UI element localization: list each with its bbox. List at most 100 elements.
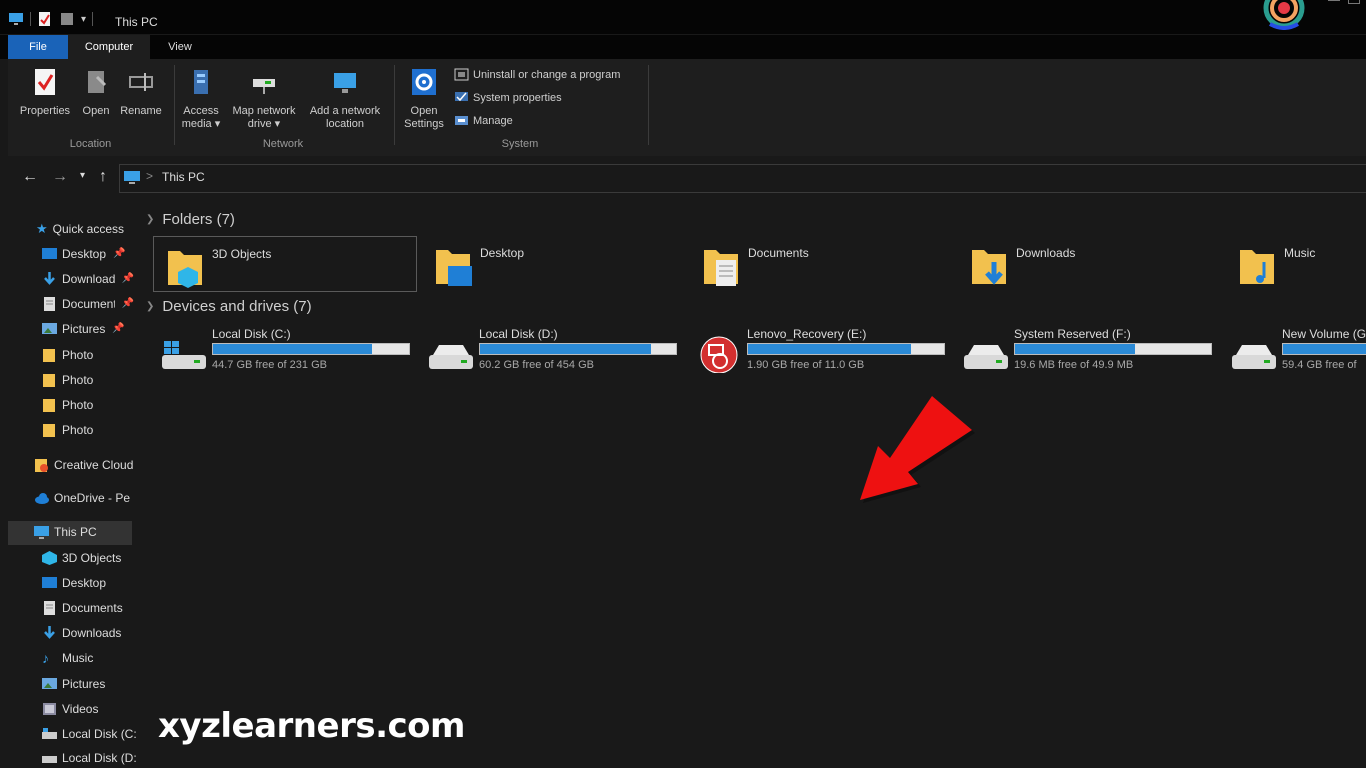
drive-d[interactable]: Local Disk (D:) 60.2 GB free of 454 GB [423,327,683,379]
pin-icon[interactable]: 📌 [122,268,134,290]
pin-icon[interactable]: 📌 [122,293,134,315]
tab-view[interactable]: View [150,35,210,59]
drive-f[interactable]: System Reserved (F:) 19.6 MB free of 49.… [958,327,1218,379]
customize-toolbar-icon[interactable]: ▾ [81,14,86,25]
sidebar-item-desktop-pinned[interactable]: Desktop 📌 [42,243,134,265]
computer-icon[interactable] [8,12,24,26]
sidebar-item-downloads-pinned[interactable]: Downloads 📌 [42,268,134,290]
folder-desktop[interactable]: Desktop [422,236,684,290]
title-bar [0,0,1366,34]
pin-icon[interactable]: 📌 [112,318,124,340]
properties-icon [35,69,55,95]
toolbar-divider [92,12,94,26]
location-group-label: Location [69,138,112,150]
pin-icon[interactable]: 📌 [113,243,125,265]
manage-button[interactable]: Manage [454,114,513,127]
add-network-location-label-1: Add a network [309,105,381,117]
sidebar-item-documents[interactable]: Documents [42,597,123,619]
window-controls[interactable] [1322,0,1366,8]
downloads-folder-icon [972,250,1006,285]
sidebar-item-photo[interactable]: Photo [42,369,93,391]
sidebar-item-label: Music [62,651,94,665]
desktop-icon [42,248,57,259]
folder-icon [43,399,55,412]
folders-section-header[interactable]: ❯ Folders (7) [146,211,235,228]
rename-label: Rename [120,105,162,117]
sidebar-item-photo[interactable]: Photo [42,344,93,366]
drive-label: Local Disk (C:) [212,327,291,341]
collapse-chevron-icon[interactable]: ❯ [146,301,154,312]
windows-drive-icon [162,341,206,369]
folder-3d-objects[interactable]: 3D Objects [153,236,417,292]
network-drive-icon [253,79,275,94]
add-network-location-button[interactable]: Add a network location [304,67,386,131]
drive-usage-bar [1014,343,1212,355]
sidebar-item-quick-access[interactable]: ★ Quick access [36,218,124,240]
folder-downloads[interactable]: Downloads [958,236,1220,290]
open-settings-label-2: Settings [404,118,444,130]
tab-file[interactable]: File [8,35,68,59]
system-properties-button[interactable]: System properties [454,91,562,104]
manage-icon [455,116,468,125]
3d-objects-icon [42,551,57,565]
access-media-button[interactable]: Access media ▾ [180,67,222,131]
breadcrumb-this-pc[interactable]: This PC [162,170,205,184]
videos-icon [43,703,56,715]
star-icon: ★ [36,221,48,236]
uninstall-icon [454,68,469,81]
access-media-label-2: media ▾ [181,118,221,130]
sidebar-item-onedrive[interactable]: OneDrive - Pe [34,487,136,509]
sidebar-item-label: Videos [62,702,99,716]
drive-free-space: 19.6 MB free of 49.9 MB [1014,359,1134,371]
map-network-drive-button[interactable]: Map network drive ▾ [226,67,302,131]
sidebar-item-pictures-pinned[interactable]: Pictures 📌 [42,318,134,340]
folder-documents[interactable]: Documents [690,236,952,290]
tab-computer[interactable]: Computer [68,35,150,59]
drive-label: Lenovo_Recovery (E:) [747,327,867,341]
properties-icon[interactable] [37,12,53,26]
drive-e[interactable]: Lenovo_Recovery (E:) 1.90 GB free of 11.… [691,327,951,379]
new-folder-icon[interactable] [59,12,75,26]
sidebar-item-label: Local Disk (D:) [62,751,136,765]
cloud-icon [35,493,49,504]
sidebar-item-photo[interactable]: Photo [42,419,93,441]
sidebar-item-label: Photo [62,348,94,362]
sidebar-item-3d-objects[interactable]: 3D Objects [42,547,121,569]
sidebar-item-local-disk-c[interactable]: Local Disk (C:) [42,723,136,745]
uninstall-program-button[interactable]: Uninstall or change a program [454,68,620,81]
drive-g[interactable]: New Volume (G:) 59.4 GB free of [1226,327,1366,379]
sidebar-item-documents-pinned[interactable]: Documents 📌 [42,293,134,315]
system-properties-label: System properties [473,91,562,104]
sidebar-item-local-disk-d[interactable]: Local Disk (D:) [42,747,136,768]
sidebar-item-this-pc[interactable]: This PC [34,521,97,543]
drive-c[interactable]: Local Disk (C:) 44.7 GB free of 231 GB [156,327,416,379]
rename-button[interactable]: Rename [118,67,164,118]
forward-arrow-icon[interactable]: → [52,168,68,186]
pictures-icon [42,323,57,334]
drives-section-header[interactable]: ❯ Devices and drives (7) [146,298,312,315]
documents-folder-icon [704,250,738,286]
drive-label: New Volume (G:) [1282,327,1366,341]
folder-label: Desktop [480,246,525,260]
sidebar-item-pictures[interactable]: Pictures [42,673,105,695]
map-network-drive-label-2: drive ▾ [247,118,281,130]
up-arrow-icon[interactable]: ↑ [99,168,107,186]
open-icon [88,71,107,93]
sidebar-item-creative-cloud[interactable]: Creative Cloud [34,454,136,476]
recent-locations-chevron-icon[interactable]: ▾ [80,170,85,181]
sidebar-item-desktop[interactable]: Desktop [42,572,106,594]
sidebar-item-videos[interactable]: Videos [42,698,98,720]
open-button[interactable]: Open [78,67,114,118]
desktop-folder-icon [436,250,472,286]
open-settings-button[interactable]: Open Settings [398,67,450,131]
folder-music[interactable]: Music [1226,236,1366,290]
back-arrow-icon[interactable]: ← [22,168,38,186]
properties-button[interactable]: Properties [16,67,74,118]
collapse-chevron-icon[interactable]: ❯ [146,214,154,225]
address-bar[interactable] [119,164,1366,193]
sidebar-item-downloads[interactable]: Downloads [42,622,121,644]
sidebar-item-photo[interactable]: Photo [42,394,93,416]
drive-usage-bar [212,343,410,355]
sidebar-item-music[interactable]: ♪ Music [42,647,93,669]
breadcrumb-chevron-icon[interactable]: > [146,169,153,183]
